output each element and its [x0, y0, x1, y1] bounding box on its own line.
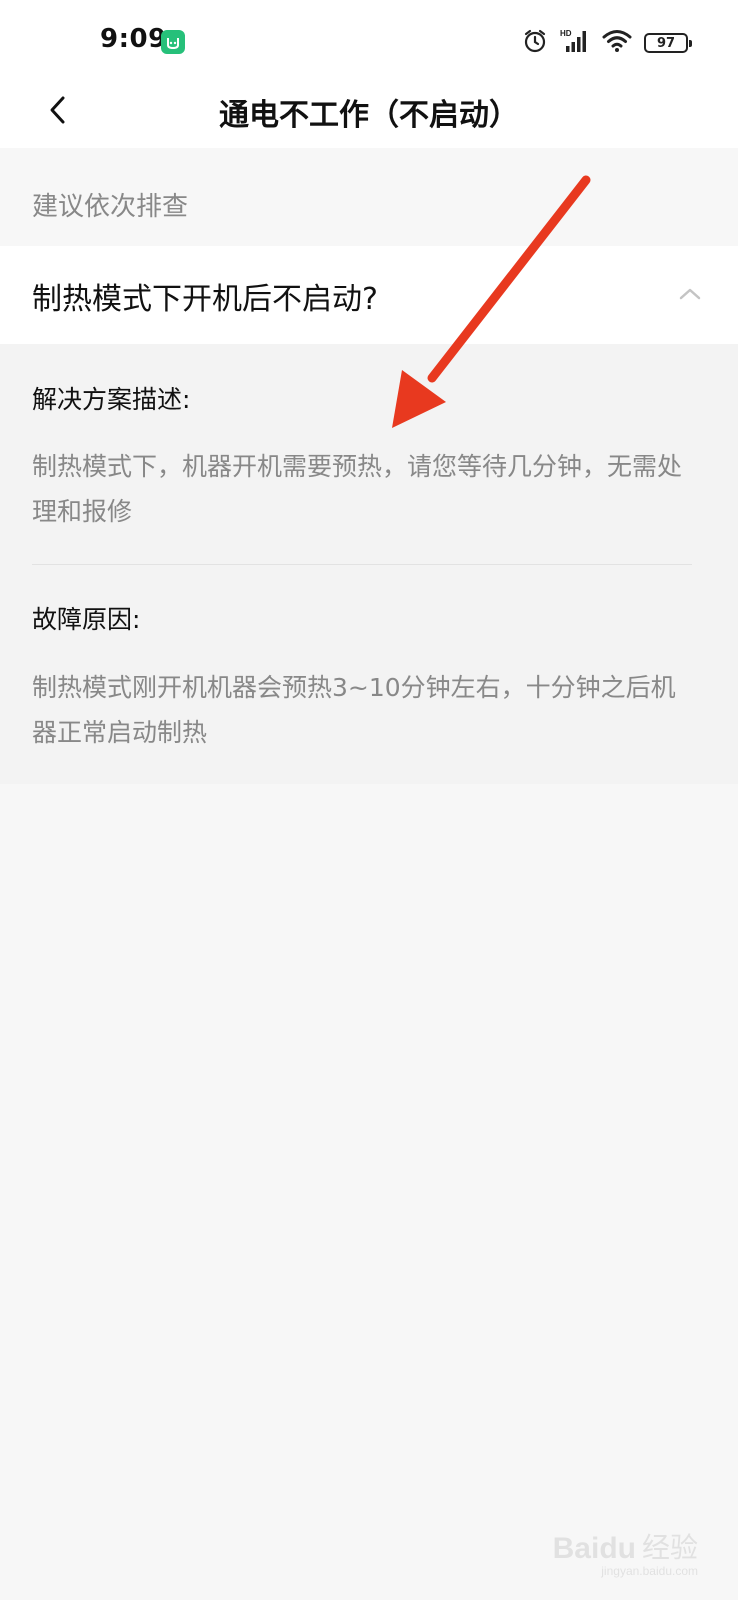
watermark-domain: jingyan.baidu.com: [601, 1564, 698, 1578]
faq-answer-panel: 解决方案描述: 制热模式下，机器开机需要预热，请您等待几分钟，无需处理和报修 故…: [0, 344, 738, 784]
faq-question-row[interactable]: 制热模式下开机后不启动?: [0, 246, 738, 344]
status-icons: HD 97: [522, 28, 692, 58]
status-time: 9:09: [100, 24, 167, 54]
section-label: 建议依次排查: [32, 192, 189, 222]
status-bar: 9:09 HD 97: [0, 0, 738, 80]
faq-question-text: 制热模式下开机后不启动?: [32, 282, 378, 317]
alarm-icon: [522, 28, 548, 58]
annotation-arrow-icon: [392, 175, 591, 428]
cause-text: 制热模式刚开机机器会预热3~10分钟左右，十分钟之后机器正常启动制热: [32, 673, 676, 747]
app-notification-icon: [161, 30, 185, 54]
watermark-cn: 经验: [641, 1531, 698, 1564]
wifi-icon: [602, 29, 632, 57]
cause-heading: 故障原因:: [32, 605, 141, 634]
solution-text: 制热模式下，机器开机需要预热，请您等待几分钟，无需处理和报修: [32, 452, 683, 526]
chevron-up-icon: [679, 288, 701, 300]
svg-text:HD: HD: [560, 29, 572, 38]
watermark-logo: Baidu: [552, 1532, 636, 1565]
battery-icon: 97: [644, 33, 692, 53]
nav-header: 通电不工作（不启动）: [0, 80, 738, 148]
page-title: 通电不工作（不启动）: [219, 98, 519, 133]
battery-level: 97: [656, 35, 676, 51]
divider: [32, 564, 692, 565]
baidu-watermark: Baidu 经验 jingyan.baidu.com: [552, 1526, 698, 1578]
solution-heading: 解决方案描述:: [32, 385, 191, 414]
hd-signal-icon: HD: [560, 28, 590, 58]
